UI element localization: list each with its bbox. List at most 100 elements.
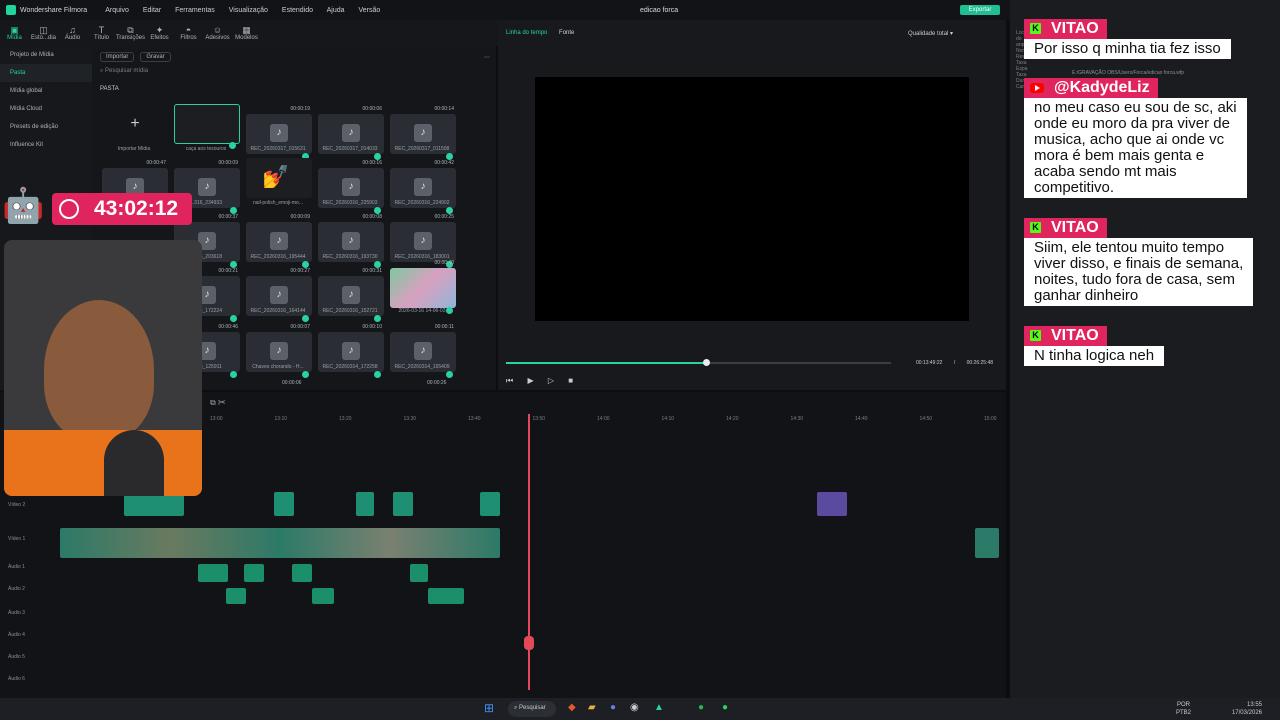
media-item-name: REC_20260316_152721 (322, 308, 378, 314)
taskbar-search[interactable]: ⌕ Pesquisar (508, 701, 556, 717)
chat-message: K VITAO Por isso q minha tia fez isso (1024, 18, 1231, 59)
chat-username: K VITAO (1024, 217, 1107, 238)
tab-fonte[interactable]: Fonte (559, 30, 574, 36)
video-clip[interactable] (124, 494, 184, 516)
menu-versao[interactable]: Versão (358, 7, 380, 14)
menu-visualizacao[interactable]: Visualização (229, 7, 268, 14)
timeline-ruler[interactable]: 13:00 13:10 13:20 13:30 13:40 13:50 14:00 14:10… (210, 414, 1000, 428)
clock-icon (59, 199, 79, 219)
folder-icon[interactable]: ▰ (588, 702, 596, 713)
export-button[interactable]: Exportar (960, 5, 1000, 15)
quality-select[interactable]: Qualidade total ▾ (908, 30, 953, 37)
tab-titulo[interactable]: T Título (87, 20, 116, 46)
check-icon (302, 315, 309, 322)
cut-icon[interactable]: ✂ (218, 398, 226, 407)
music-note-icon: ♪ (270, 342, 288, 360)
play-icon[interactable]: ▶ (527, 376, 533, 385)
title-bar: Wondershare Filmora Arquivo Editar Ferra… (0, 0, 1010, 20)
tab-audio[interactable]: ♫ Áudio (58, 20, 87, 46)
audio-clip[interactable] (312, 588, 334, 604)
menu-ferramentas[interactable]: Ferramentas (175, 7, 215, 14)
nav-presets[interactable]: Presets de edição (0, 118, 92, 136)
search-input[interactable]: ⌕ Pesquisar mídia (100, 68, 148, 75)
video-clip[interactable] (60, 528, 500, 558)
preview-scrubber[interactable] (506, 359, 891, 366)
app-name: Wondershare Filmora (20, 6, 88, 14)
video-clip[interactable] (356, 492, 374, 516)
media-item-name: REC_20260316_225903 (322, 200, 378, 206)
system-clock[interactable]: 13:55 17/03/2026 (1226, 701, 1262, 717)
discord-icon[interactable]: ● (610, 702, 616, 713)
track-label: Vídeo 1 (8, 536, 26, 542)
record-button[interactable]: Gravar (140, 52, 171, 62)
project-title: edicao forca (640, 6, 679, 14)
media-item-name: caça aos tesouros (185, 146, 227, 152)
check-icon (374, 153, 381, 160)
play-alt-icon[interactable]: ▷ (548, 376, 554, 385)
tab-midia[interactable]: ▣ Mídia (0, 20, 29, 46)
check-icon (302, 371, 309, 378)
media-item-name: REC_20260314_165409 (394, 364, 450, 370)
nav-midia-global[interactable]: Mídia global (0, 82, 92, 100)
tab-modelos[interactable]: ▦ Modelos (232, 20, 261, 46)
nav-pasta[interactable]: Pasta (0, 64, 92, 82)
playhead-handle[interactable] (524, 636, 534, 650)
windows-start-icon[interactable]: ⊞ (484, 701, 494, 715)
media-item[interactable] (174, 104, 240, 149)
chat-username: K VITAO (1024, 325, 1107, 346)
import-media-tile[interactable]: + (102, 104, 168, 144)
video-clip[interactable] (480, 492, 500, 516)
file-path: E:/GRAVAÇÃO OBS/Users/Forca/edicao forca… (1072, 70, 1185, 76)
import-button[interactable]: Importar (100, 52, 135, 62)
steam-icon[interactable]: ◉ (630, 702, 639, 713)
preview-panel: Linha do tempo Fonte Qualidade total ▾ 0… (498, 20, 1006, 390)
menu-ajuda[interactable]: Ajuda (327, 7, 345, 14)
ruler-label: 13:10 (274, 416, 288, 422)
ruler-label: 14:20 (726, 416, 739, 422)
menu-arquivo[interactable]: Arquivo (105, 7, 129, 14)
media-item[interactable]: 00:00:40 (390, 260, 456, 314)
media-item-name: REC_20260316_224902 (394, 200, 450, 206)
chat-message: K VITAO N tinha logica neh (1024, 325, 1165, 366)
nav-projeto[interactable]: Projeto de Mídia (0, 46, 92, 64)
microphone-icon (104, 430, 164, 496)
prev-frame-icon[interactable]: ⏮ (506, 376, 513, 385)
language-indicator[interactable]: POR PTB2 (1176, 701, 1191, 717)
tab-adesivos[interactable]: ☺ Adesivos (203, 20, 232, 46)
nav-midia-cloud[interactable]: Mídia Cloud (0, 100, 92, 118)
filmora-icon[interactable]: ▲ (654, 702, 664, 713)
audio-clip[interactable] (198, 564, 228, 582)
split-icon[interactable]: ⧉ (210, 398, 216, 407)
brave-icon[interactable]: ◆ (568, 702, 576, 713)
whatsapp-icon[interactable]: ● (722, 702, 728, 713)
tab-efeitos[interactable]: ✦ Efeitos (145, 20, 174, 46)
media-item-name: REC_20260317_014033 (322, 146, 378, 152)
tab-estoque[interactable]: ◫ Esto...dia (29, 20, 58, 46)
media-duration: 00:00:26 (427, 380, 447, 386)
tab-filtros[interactable]: ◓ Filtros (174, 20, 203, 46)
nav-influence-kit[interactable]: Influence Kit (0, 136, 92, 154)
audio-clip[interactable] (244, 564, 264, 582)
menu-editar[interactable]: Editar (143, 7, 161, 14)
scrubber-handle[interactable] (703, 359, 711, 366)
video-clip[interactable] (393, 492, 413, 516)
more-icon[interactable]: ⋯ (484, 54, 490, 61)
spotify-icon[interactable]: ● (698, 702, 704, 713)
audio-clip[interactable] (292, 564, 312, 582)
menu-estendido[interactable]: Estendido (282, 7, 313, 14)
media-item[interactable]: 💅 (246, 158, 312, 198)
scrubber-progress (506, 362, 707, 364)
audio-clip[interactable] (410, 564, 428, 582)
video-clip[interactable] (975, 528, 999, 558)
audio-clip[interactable] (428, 588, 464, 604)
preview-tabs: Linha do tempo Fonte (506, 30, 584, 36)
track-label: Áudio 2 (8, 586, 25, 592)
music-note-icon: ♪ (342, 124, 360, 142)
audio-clip[interactable] (226, 588, 246, 604)
video-clip[interactable] (274, 492, 294, 516)
stop-icon[interactable]: ■ (568, 376, 573, 385)
tab-transicoes[interactable]: ⧉ Transições (116, 20, 145, 46)
tab-linha-do-tempo[interactable]: Linha do tempo (506, 30, 547, 36)
title-clip[interactable] (817, 492, 847, 516)
media-duration: 00:00:06 (282, 380, 302, 386)
